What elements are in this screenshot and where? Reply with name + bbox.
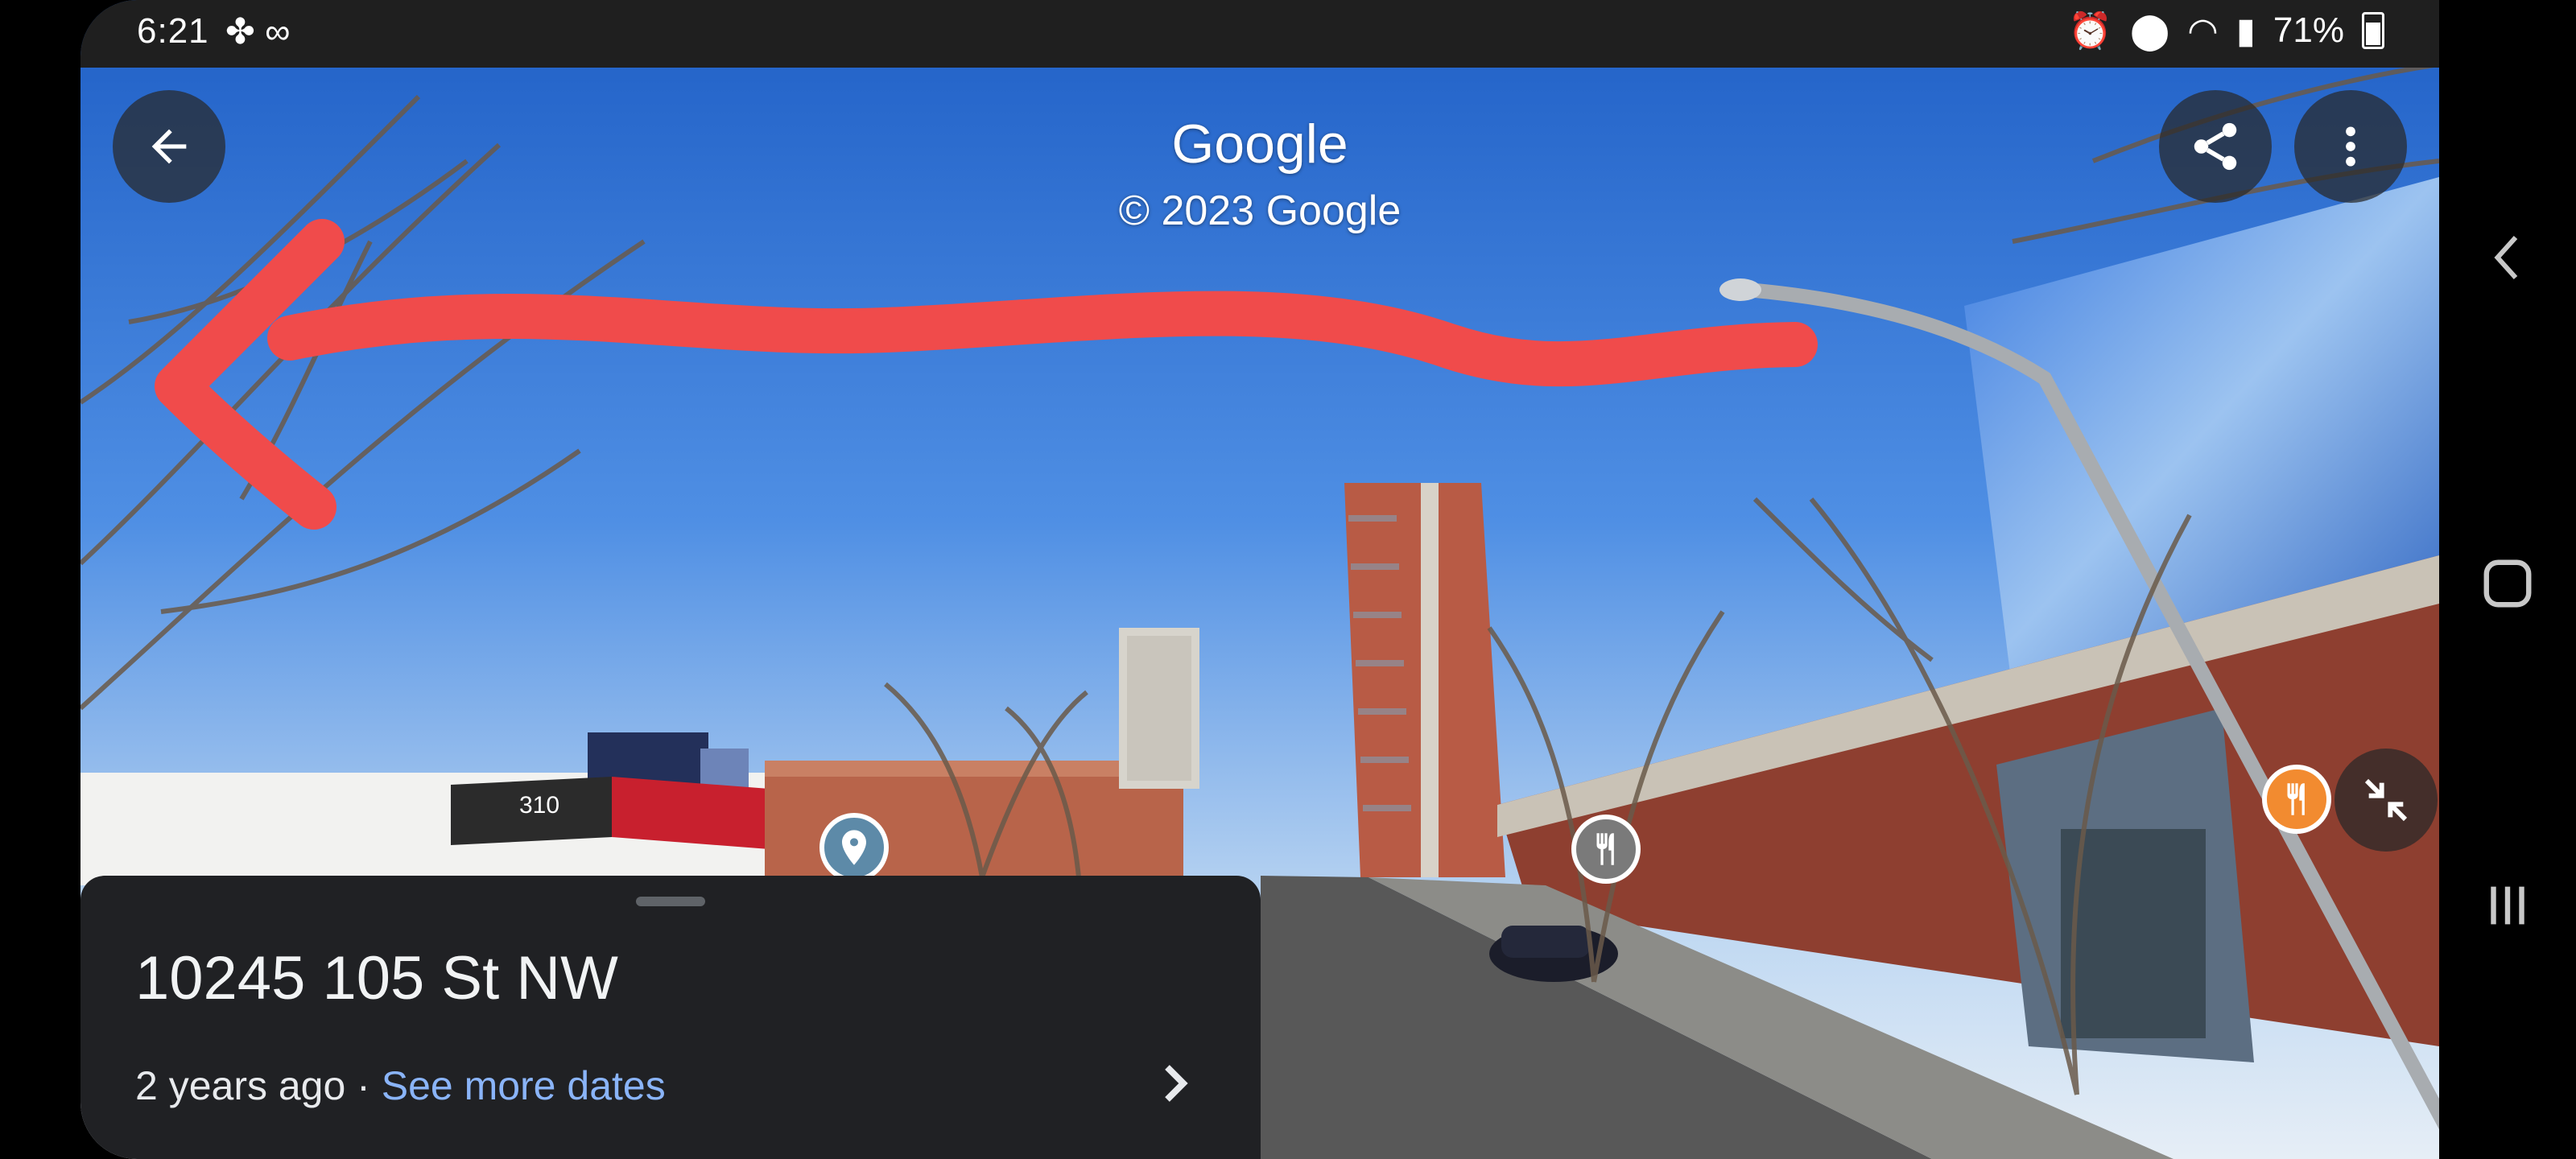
date-row: 2 years ago · See more dates (135, 1062, 666, 1109)
voicemail-icon: ∞ (265, 12, 291, 52)
signal-icon: ▮ (2235, 10, 2256, 51)
back-button[interactable] (113, 90, 225, 203)
separator: · (345, 1063, 382, 1108)
alarm-icon: ⏰ (2068, 11, 2113, 51)
billboard-text: 310 (519, 792, 559, 819)
more-options-button[interactable] (2294, 90, 2407, 203)
share-button[interactable] (2159, 90, 2272, 203)
google-watermark: Google (1171, 113, 1348, 175)
share-icon (2194, 122, 2237, 171)
pinwheel-icon: ✤ (225, 12, 255, 52)
restaurant-marker[interactable] (1571, 815, 1641, 884)
battery-percent: 71% (2273, 10, 2344, 50)
chevron-right-icon[interactable] (1143, 1051, 1208, 1116)
location-info-panel[interactable]: 10245 105 St NW 2 years ago · See more d… (80, 876, 1261, 1159)
capture-age: 2 years ago (135, 1063, 346, 1108)
location-pin-marker[interactable] (819, 813, 889, 882)
drag-handle[interactable] (636, 897, 705, 906)
collapse-arrows-icon (2364, 778, 2408, 822)
status-time: 6:21 (137, 11, 209, 51)
wifi-icon: ◠ (2187, 10, 2219, 51)
fork-knife-icon (2287, 783, 2305, 815)
nav-recents-icon[interactable] (2479, 877, 2536, 934)
copyright-text: © 2023 Google (1118, 188, 1402, 234)
battery-icon (2362, 12, 2384, 49)
exit-fullscreen-button[interactable] (2334, 749, 2438, 852)
street-view-screen: 310 Google © 2023 Google 6:21 ✤ ∞ ⏰ ⬤ ◠ … (80, 0, 2439, 1159)
system-navigation-bar (2439, 0, 2576, 1159)
nav-home-icon[interactable] (2479, 555, 2536, 612)
nav-back-icon[interactable] (2483, 229, 2532, 286)
fork-knife-icon (1596, 833, 1614, 865)
address-title: 10245 105 St NW (135, 944, 618, 1013)
restaurant-marker-orange[interactable] (2262, 765, 2331, 834)
see-more-dates-link[interactable]: See more dates (382, 1063, 666, 1108)
location-icon: ⬤ (2130, 10, 2170, 51)
back-arrow-icon (151, 129, 187, 164)
more-vert-icon (2346, 126, 2355, 167)
pin-icon (842, 830, 866, 865)
status-bar: 6:21 ✤ ∞ ⏰ ⬤ ◠ ▮ 71% (80, 0, 2439, 68)
